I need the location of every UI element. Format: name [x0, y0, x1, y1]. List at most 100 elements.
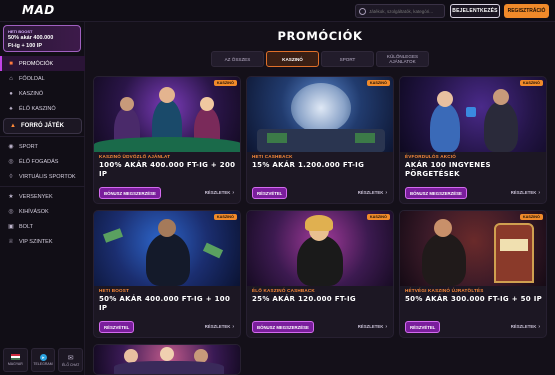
login-button[interactable]: BEJELENTKEZÉS [450, 4, 500, 18]
divider [0, 186, 85, 187]
cherry-icon: ● [9, 90, 13, 97]
search-input[interactable] [369, 8, 444, 14]
chevron-right-icon: › [538, 324, 540, 330]
sidebar-item-live-casino[interactable]: ♠ ÉLŐ KASZINÓ [0, 101, 85, 116]
sidebar-item-label: KIHÍVÁSOK [19, 208, 49, 215]
chevron-right-icon: › [232, 190, 234, 196]
sidebar-item-shop[interactable]: ▣ BOLT [0, 219, 85, 234]
sidebar-item-challenges[interactable]: ◎ KIHÍVÁSOK [0, 204, 85, 219]
cards-icon: ♠ [9, 105, 13, 112]
tab-all[interactable]: AZ ÖSSZES [211, 51, 264, 67]
chevron-right-icon: › [538, 190, 540, 196]
sidebar-nav: ■ PROMÓCIÓK ⌂ FŐOLDAL ● KASZINÓ ♠ ÉLŐ KA… [0, 56, 85, 249]
promo-card[interactable]: KASZINÓ HETI CASHBACK 15% AKÁR 1.200.000… [246, 76, 394, 204]
promo-title: AKÁR 100 INGYENES PÖRGETÉSEK [405, 161, 491, 178]
main-content: PROMÓCIÓK AZ ÖSSZES KASZINÓ SPORT KÜLÖNL… [85, 22, 555, 375]
claim-bonus-button[interactable]: BÓNUSZ MEGSZERZÉSE [99, 187, 161, 199]
promo-card[interactable]: KASZINÓ ÉLŐ KASZINÓ CASHBACK 25% AKÁR 12… [246, 210, 394, 338]
claim-bonus-button[interactable]: BÓNUSZ MEGSZERZÉSE [252, 321, 314, 333]
promo-image-live-dealer [247, 211, 393, 286]
tab-special-offers[interactable]: KÜLÖNLEGES AJÁNLATOK [376, 51, 429, 67]
sidebar-item-label: SPORT [19, 143, 38, 150]
sidebar-item-live-betting[interactable]: ◎ ÉLŐ FOGADÁS [0, 154, 85, 169]
category-badge: KASZINÓ [366, 80, 390, 86]
details-label: RÉSZLETEK [357, 324, 384, 329]
details-link[interactable]: RÉSZLETEK › [358, 190, 387, 196]
language-button[interactable]: MAGYAR [3, 348, 28, 372]
promo-title: 50% AKÁR 300.000 FT-IG + 50 IP [405, 295, 543, 303]
sidebar-item-label: KASZINÓ [19, 90, 44, 97]
sidebar-item-label: VIRTUÁLIS SPORTOK [19, 173, 76, 180]
logo[interactable]: MAD [22, 3, 55, 17]
sidebar-item-casino[interactable]: ● KASZINÓ [0, 86, 85, 101]
sidebar-item-promotions[interactable]: ■ PROMÓCIÓK [0, 56, 85, 71]
search-icon [359, 7, 366, 15]
crown-icon: ♕ [8, 239, 14, 245]
sidebar-item-virtual-sports[interactable]: ◊ VIRTUÁLIS SPORTOK [0, 169, 85, 184]
ball-icon: ◉ [8, 144, 14, 150]
sidebar: HETI BOOST 50% akár 400.000 Ft-ig + 100 … [0, 22, 85, 375]
claim-bonus-button[interactable]: BÓNUSZ MEGSZERZÉSE [405, 187, 467, 199]
promo-card[interactable]: KASZINÓ HÉTVÉGI KASZINÓ ÚJRATÖLTÉS 50% A… [399, 210, 547, 338]
sidebar-item-home[interactable]: ⌂ FŐOLDAL [0, 71, 85, 86]
sidebar-item-label: FORRÓ JÁTÉK [21, 123, 65, 129]
participate-button[interactable]: RÉSZVÉTEL [252, 187, 288, 199]
promo-image-poker-characters [94, 77, 240, 152]
details-link[interactable]: RÉSZLETEK › [205, 324, 234, 330]
chevron-right-icon: › [232, 324, 234, 330]
details-link[interactable]: RÉSZLETEK › [358, 324, 387, 330]
home-icon: ⌂ [9, 75, 13, 82]
sidebar-item-hot-game[interactable]: ▲ FORRÓ JÁTÉK [3, 118, 82, 134]
details-link[interactable]: RÉSZLETEK › [511, 324, 540, 330]
chat-label: ÉLŐ CHAT [62, 362, 80, 367]
live-chat-button[interactable]: ✉ ÉLŐ CHAT [58, 348, 84, 372]
boost-banner[interactable]: HETI BOOST 50% akár 400.000 Ft-ig + 100 … [3, 25, 81, 52]
chat-icon: ✉ [67, 354, 74, 362]
details-label: RÉSZLETEK [510, 324, 537, 329]
sidebar-item-label: BOLT [19, 223, 33, 230]
details-link[interactable]: RÉSZLETEK › [205, 190, 234, 196]
promo-image-anniversary-couple [400, 77, 546, 152]
promo-title: 100% AKÁR 400.000 FT-IG + 200 IP [99, 161, 236, 178]
telegram-button[interactable]: ➤ TELEGRAM [30, 348, 56, 372]
sidebar-item-label: PROMÓCIÓK [19, 60, 54, 67]
promo-image-group [94, 345, 240, 374]
category-badge: KASZINÓ [213, 80, 237, 86]
telegram-icon: ➤ [39, 354, 47, 361]
promo-kicker: KASZINÓ ÜDVÖZLŐ AJÁNLAT [99, 154, 171, 159]
sidebar-item-label: FŐOLDAL [19, 75, 45, 82]
boost-line-2: Ft-ig + 100 IP [8, 42, 43, 49]
sidebar-item-tournaments[interactable]: ★ VERSENYEK [0, 189, 85, 204]
promo-card[interactable]: KASZINÓ HETI BOOST 50% AKÁR 400.000 FT-I… [93, 210, 241, 338]
participate-button[interactable]: RÉSZVÉTEL [405, 321, 441, 333]
tab-casino[interactable]: KASZINÓ [266, 51, 319, 67]
flame-icon: ▲ [10, 123, 16, 129]
boost-line-1: 50% akár 400.000 [8, 35, 54, 41]
virtual-icon: ◊ [9, 173, 13, 180]
telegram-label: TELEGRAM [33, 362, 53, 366]
register-button[interactable]: REGISZTRÁCIÓ [504, 4, 549, 18]
promo-card[interactable] [93, 344, 241, 375]
promo-image-diamond-vault [247, 77, 393, 152]
promo-card[interactable]: KASZINÓ ÉVFORDULÓS AKCIÓ AKÁR 100 INGYEN… [399, 76, 547, 204]
sidebar-item-vip[interactable]: ♕ VIP SZINTEK [0, 234, 85, 249]
promo-kicker: HETI CASHBACK [252, 154, 293, 159]
category-badge: KASZINÓ [519, 80, 543, 86]
chevron-right-icon: › [385, 324, 387, 330]
divider [0, 136, 85, 137]
promo-card[interactable]: KASZINÓ KASZINÓ ÜDVÖZLŐ AJÁNLAT 100% AKÁ… [93, 76, 241, 204]
tab-sport[interactable]: SPORT [321, 51, 374, 67]
chevron-right-icon: › [385, 190, 387, 196]
trophy-icon: ★ [8, 194, 14, 200]
hungary-flag-icon [10, 354, 20, 360]
details-link[interactable]: RÉSZLETEK › [511, 190, 540, 196]
sidebar-item-sport[interactable]: ◉ SPORT [0, 139, 85, 154]
language-label: MAGYAR [7, 362, 23, 366]
promo-image-money-man [94, 211, 240, 286]
promo-kicker: HETI BOOST [99, 288, 130, 293]
promo-title: 15% AKÁR 1.200.000 FT-IG [252, 161, 365, 169]
search-box[interactable] [355, 4, 445, 18]
promo-title: 25% AKÁR 120.000 FT-IG [252, 295, 356, 303]
participate-button[interactable]: RÉSZVÉTEL [99, 321, 135, 333]
shop-icon: ▣ [8, 224, 14, 230]
